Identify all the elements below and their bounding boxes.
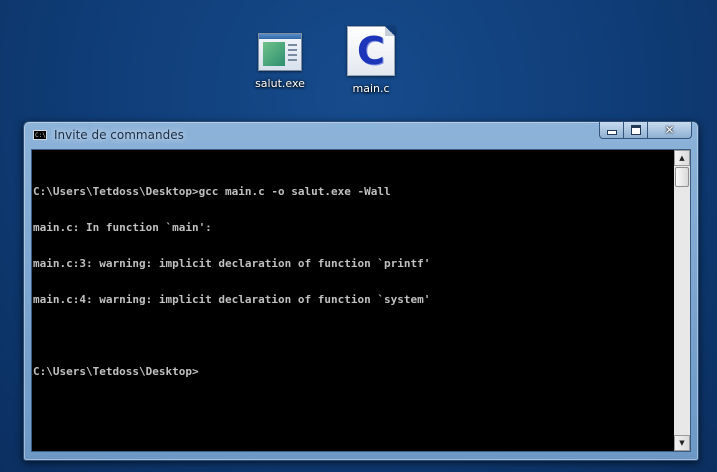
- desktop-icon-label: main.c: [352, 82, 390, 95]
- title-bar[interactable]: C:\ Invite de commandes ✕: [24, 122, 698, 148]
- command-prompt-window[interactable]: C:\ Invite de commandes ✕ C:\Users\Tetdo…: [23, 121, 699, 461]
- console-line: main.c:3: warning: implicit declaration …: [33, 257, 431, 270]
- maximize-button[interactable]: [624, 122, 648, 139]
- desktop-icon-salut-exe[interactable]: salut.exe: [240, 30, 320, 90]
- console-prompt-line: C:\Users\Tetdoss\Desktop>: [33, 365, 199, 378]
- console-frame: C:\Users\Tetdoss\Desktop>gcc main.c -o s…: [31, 149, 691, 452]
- minimize-icon: [606, 130, 617, 135]
- desktop: salut.exe C main.c C:\ Invite de command…: [0, 0, 717, 472]
- close-button[interactable]: ✕: [648, 122, 692, 139]
- desktop-icon-main-c[interactable]: C main.c: [331, 26, 411, 95]
- scroll-up-button[interactable]: ▲: [674, 150, 690, 166]
- console-line: main.c:4: warning: implicit declaration …: [33, 293, 431, 306]
- exe-window-icon: [258, 33, 302, 71]
- console-output[interactable]: C:\Users\Tetdoss\Desktop>gcc main.c -o s…: [32, 150, 674, 451]
- console-line: C:\Users\Tetdoss\Desktop>gcc main.c -o s…: [33, 185, 391, 198]
- maximize-icon: [630, 125, 641, 135]
- caption-buttons: ✕: [599, 122, 692, 140]
- c-source-file-icon: C: [347, 26, 395, 76]
- scrollbar-thumb[interactable]: [675, 167, 689, 187]
- close-icon: ✕: [664, 123, 675, 137]
- scroll-down-button[interactable]: ▼: [674, 435, 690, 451]
- vertical-scrollbar[interactable]: ▲ ▼: [674, 150, 690, 451]
- c-letter: C: [357, 29, 385, 73]
- window-title: Invite de commandes: [54, 128, 184, 142]
- console-line: main.c: In function `main':: [33, 221, 212, 234]
- minimize-button[interactable]: [599, 122, 624, 139]
- desktop-icon-label: salut.exe: [255, 77, 305, 90]
- cmd-icon[interactable]: C:\: [33, 130, 47, 140]
